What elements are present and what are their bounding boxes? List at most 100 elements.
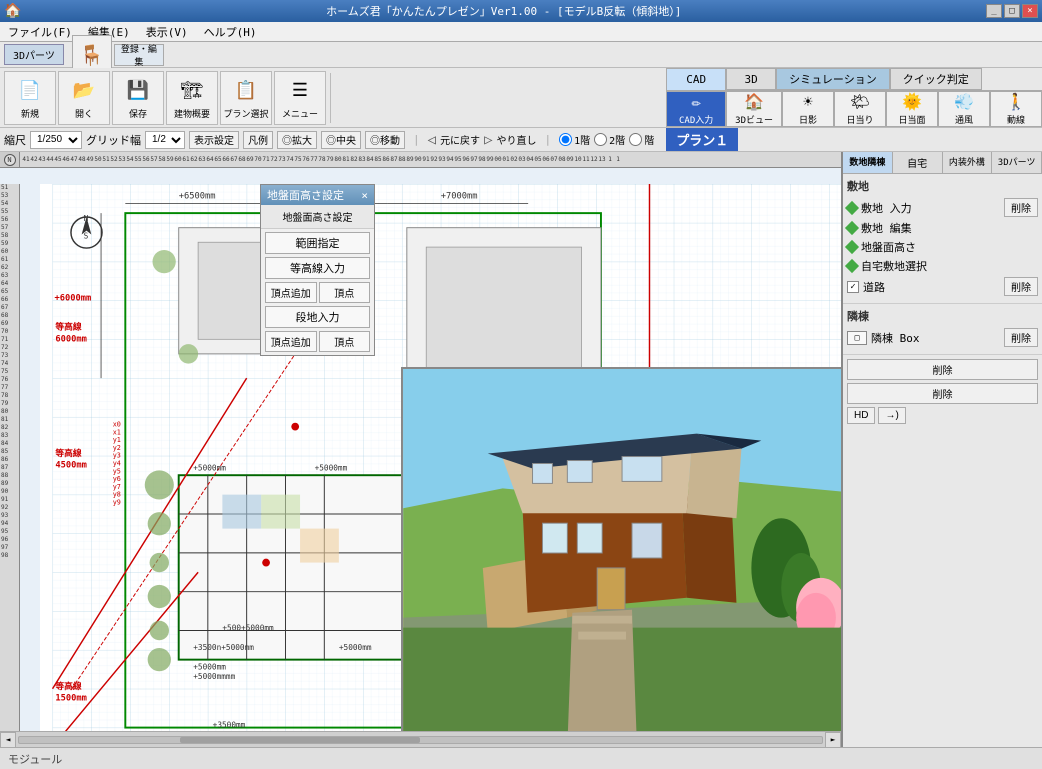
- new-icon: 📄: [14, 75, 46, 105]
- svg-text:+5000mm: +5000mm: [339, 643, 372, 652]
- mode-tabs: CAD 3D シミュレーション クイック判定 ✏ CAD入力: [666, 68, 1042, 128]
- hd-button[interactable]: HD: [847, 407, 875, 424]
- svg-text:+3500n+5000mm: +3500n+5000mm: [193, 643, 254, 652]
- svg-text:+3500mm: +3500mm: [213, 721, 246, 730]
- center-button[interactable]: ◎中央: [321, 131, 361, 149]
- sub-shadow[interactable]: ☀ 日影: [782, 91, 834, 127]
- save-button[interactable]: 💾 保存: [112, 71, 164, 125]
- ruler-top: N 41 42 43 44 45 46 47 48 49 50 51 52 53…: [0, 152, 841, 168]
- tab-cad[interactable]: CAD: [666, 68, 726, 90]
- neighbor-box-delete[interactable]: 削除: [1004, 328, 1038, 347]
- contour-input-button[interactable]: 等高線入力: [265, 257, 370, 279]
- menu-button[interactable]: ☰ メニュー: [274, 71, 326, 125]
- sunlight-icon: 🌤: [850, 92, 870, 111]
- scroll-right-arrow[interactable]: ►: [825, 732, 841, 748]
- site-edit-row: 敷地 編集: [847, 220, 1038, 236]
- new-button[interactable]: 📄 新規: [4, 71, 56, 125]
- site-section-title: 敷地: [847, 178, 1038, 194]
- window-title: ホームズ君「かんたんプレゼン」Ver1.00 - [モデルB反転（傾斜地）]: [21, 3, 986, 19]
- parts-toolbar: 3Dパーツ 🪑 登録・編集: [0, 42, 1042, 68]
- sub-flow[interactable]: 🚶 動線: [990, 91, 1042, 127]
- floor-3-radio[interactable]: 階: [629, 132, 654, 147]
- tab-3d-label: 3D: [745, 73, 758, 86]
- tab-site-neighbor[interactable]: 数地隣棟: [843, 152, 893, 173]
- ruler-corner: N: [0, 152, 20, 168]
- vertex-add-button-2[interactable]: 頂点追加: [265, 331, 317, 352]
- arrow-button[interactable]: →): [878, 407, 905, 424]
- status-text: モジュール: [8, 751, 62, 767]
- zoom-in-button[interactable]: ◎拡大: [277, 131, 317, 149]
- sub-sunface[interactable]: 🌞 日当面: [886, 91, 938, 127]
- sub-sunlight[interactable]: 🌤 日当り: [834, 91, 886, 127]
- toolbar-separator-1: [330, 73, 331, 123]
- horizontal-scrollbar[interactable]: ◄ ►: [0, 731, 841, 747]
- svg-text:等高線: 等高線: [54, 321, 81, 333]
- vertex-add-button-1[interactable]: 頂点追加: [265, 282, 317, 303]
- back-arrow[interactable]: ◁: [428, 132, 436, 148]
- forward-arrow[interactable]: ▷: [484, 132, 492, 148]
- road-checkbox[interactable]: ✓: [847, 281, 859, 293]
- floor-3-label: 階: [644, 132, 654, 147]
- status-bar: モジュール: [0, 747, 1042, 769]
- parts-register-button[interactable]: 登録・編集: [114, 44, 164, 66]
- main-toolbar: 📄 新規 📂 開く 💾 保存 🏗 建物概要 📋 プラン選択 ☰ メニュー CAD…: [0, 68, 1042, 128]
- open-icon: 📂: [68, 75, 100, 105]
- building-overview-button[interactable]: 🏗 建物概要: [166, 71, 218, 125]
- sub-3d-view[interactable]: 🏠 3Dビュー: [726, 91, 782, 127]
- move-button[interactable]: ◎移動: [365, 131, 405, 149]
- new-label: 新規: [21, 107, 39, 120]
- range-specify-button[interactable]: 範囲指定: [265, 232, 370, 254]
- grid-select[interactable]: 1/2 1/4 1: [145, 131, 185, 149]
- svg-text:y4: y4: [113, 460, 121, 468]
- tab-3d[interactable]: 3D: [726, 68, 776, 90]
- tab-interior-exterior[interactable]: 内装外構: [943, 152, 993, 173]
- svg-text:等高線: 等高線: [54, 680, 81, 692]
- scroll-left-arrow[interactable]: ◄: [0, 732, 16, 748]
- extra-delete-button-2[interactable]: 削除: [847, 383, 1038, 404]
- plan-icon: 📋: [230, 75, 262, 105]
- close-button[interactable]: ×: [1022, 4, 1038, 18]
- canvas-area[interactable]: +6500mm +7000mm +7000mm +6000mm S N: [40, 184, 841, 731]
- site-input-delete[interactable]: 削除: [1004, 198, 1038, 217]
- menu-file[interactable]: ファイル(F): [4, 22, 76, 42]
- sub-cad-input[interactable]: ✏ CAD入力: [666, 91, 726, 127]
- minimize-button[interactable]: _: [986, 4, 1002, 18]
- drawing-area[interactable]: N 41 42 43 44 45 46 47 48 49 50 51 52 53…: [0, 152, 842, 747]
- svg-text:+500+5000mm: +500+5000mm: [222, 624, 274, 633]
- floor-2-radio[interactable]: 2階: [594, 132, 625, 147]
- road-delete[interactable]: 削除: [1004, 277, 1038, 296]
- forward-label: やり直し: [497, 132, 537, 147]
- tab-own-house[interactable]: 自宅: [893, 152, 943, 173]
- tab-quick[interactable]: クイック判定: [890, 68, 982, 90]
- diamond-icon-2: [845, 221, 859, 235]
- extra-delete-button-1[interactable]: 削除: [847, 359, 1038, 380]
- app-icon: 🏠: [4, 3, 21, 19]
- 3dview-icon: 🏠: [744, 92, 764, 111]
- menu-help[interactable]: ヘルプ(H): [200, 22, 261, 42]
- shadow-icon: ☀: [803, 92, 813, 111]
- scale-select[interactable]: 1/250 1/100 1/200: [30, 131, 82, 149]
- popup-close-button[interactable]: ×: [361, 189, 368, 202]
- 3dview-label: 3Dビュー: [735, 113, 773, 126]
- back-label: 元に戻す: [440, 132, 480, 147]
- scroll-track[interactable]: [18, 736, 823, 744]
- legend-button[interactable]: 凡例: [243, 131, 273, 149]
- ground-height-row: 地盤面高さ: [847, 239, 1038, 255]
- sub-ventilation[interactable]: 💨 通風: [938, 91, 990, 127]
- svg-text:x0: x0: [113, 421, 121, 429]
- scroll-thumb[interactable]: [180, 737, 421, 743]
- extra-buttons-section: 削除 削除 HD →): [843, 355, 1042, 428]
- open-button[interactable]: 📂 開く: [58, 71, 110, 125]
- tab-simulation-label: シミュレーション: [789, 71, 877, 87]
- maximize-button[interactable]: □: [1004, 4, 1020, 18]
- tab-3d-parts[interactable]: 3Dパーツ: [992, 152, 1042, 173]
- step-input-button[interactable]: 段地入力: [265, 306, 370, 328]
- vertex-button-2[interactable]: 頂点: [319, 331, 371, 352]
- plan-select-button[interactable]: 📋 プラン選択: [220, 71, 272, 125]
- floor-1-radio[interactable]: 1階: [559, 132, 590, 147]
- display-settings-button[interactable]: 表示設定: [189, 131, 239, 149]
- site-edit-label: 敷地 編集: [861, 220, 1038, 236]
- cad-input-label: CAD入力: [679, 113, 713, 126]
- tab-simulation[interactable]: シミュレーション: [776, 68, 890, 90]
- vertex-button-1[interactable]: 頂点: [319, 282, 371, 303]
